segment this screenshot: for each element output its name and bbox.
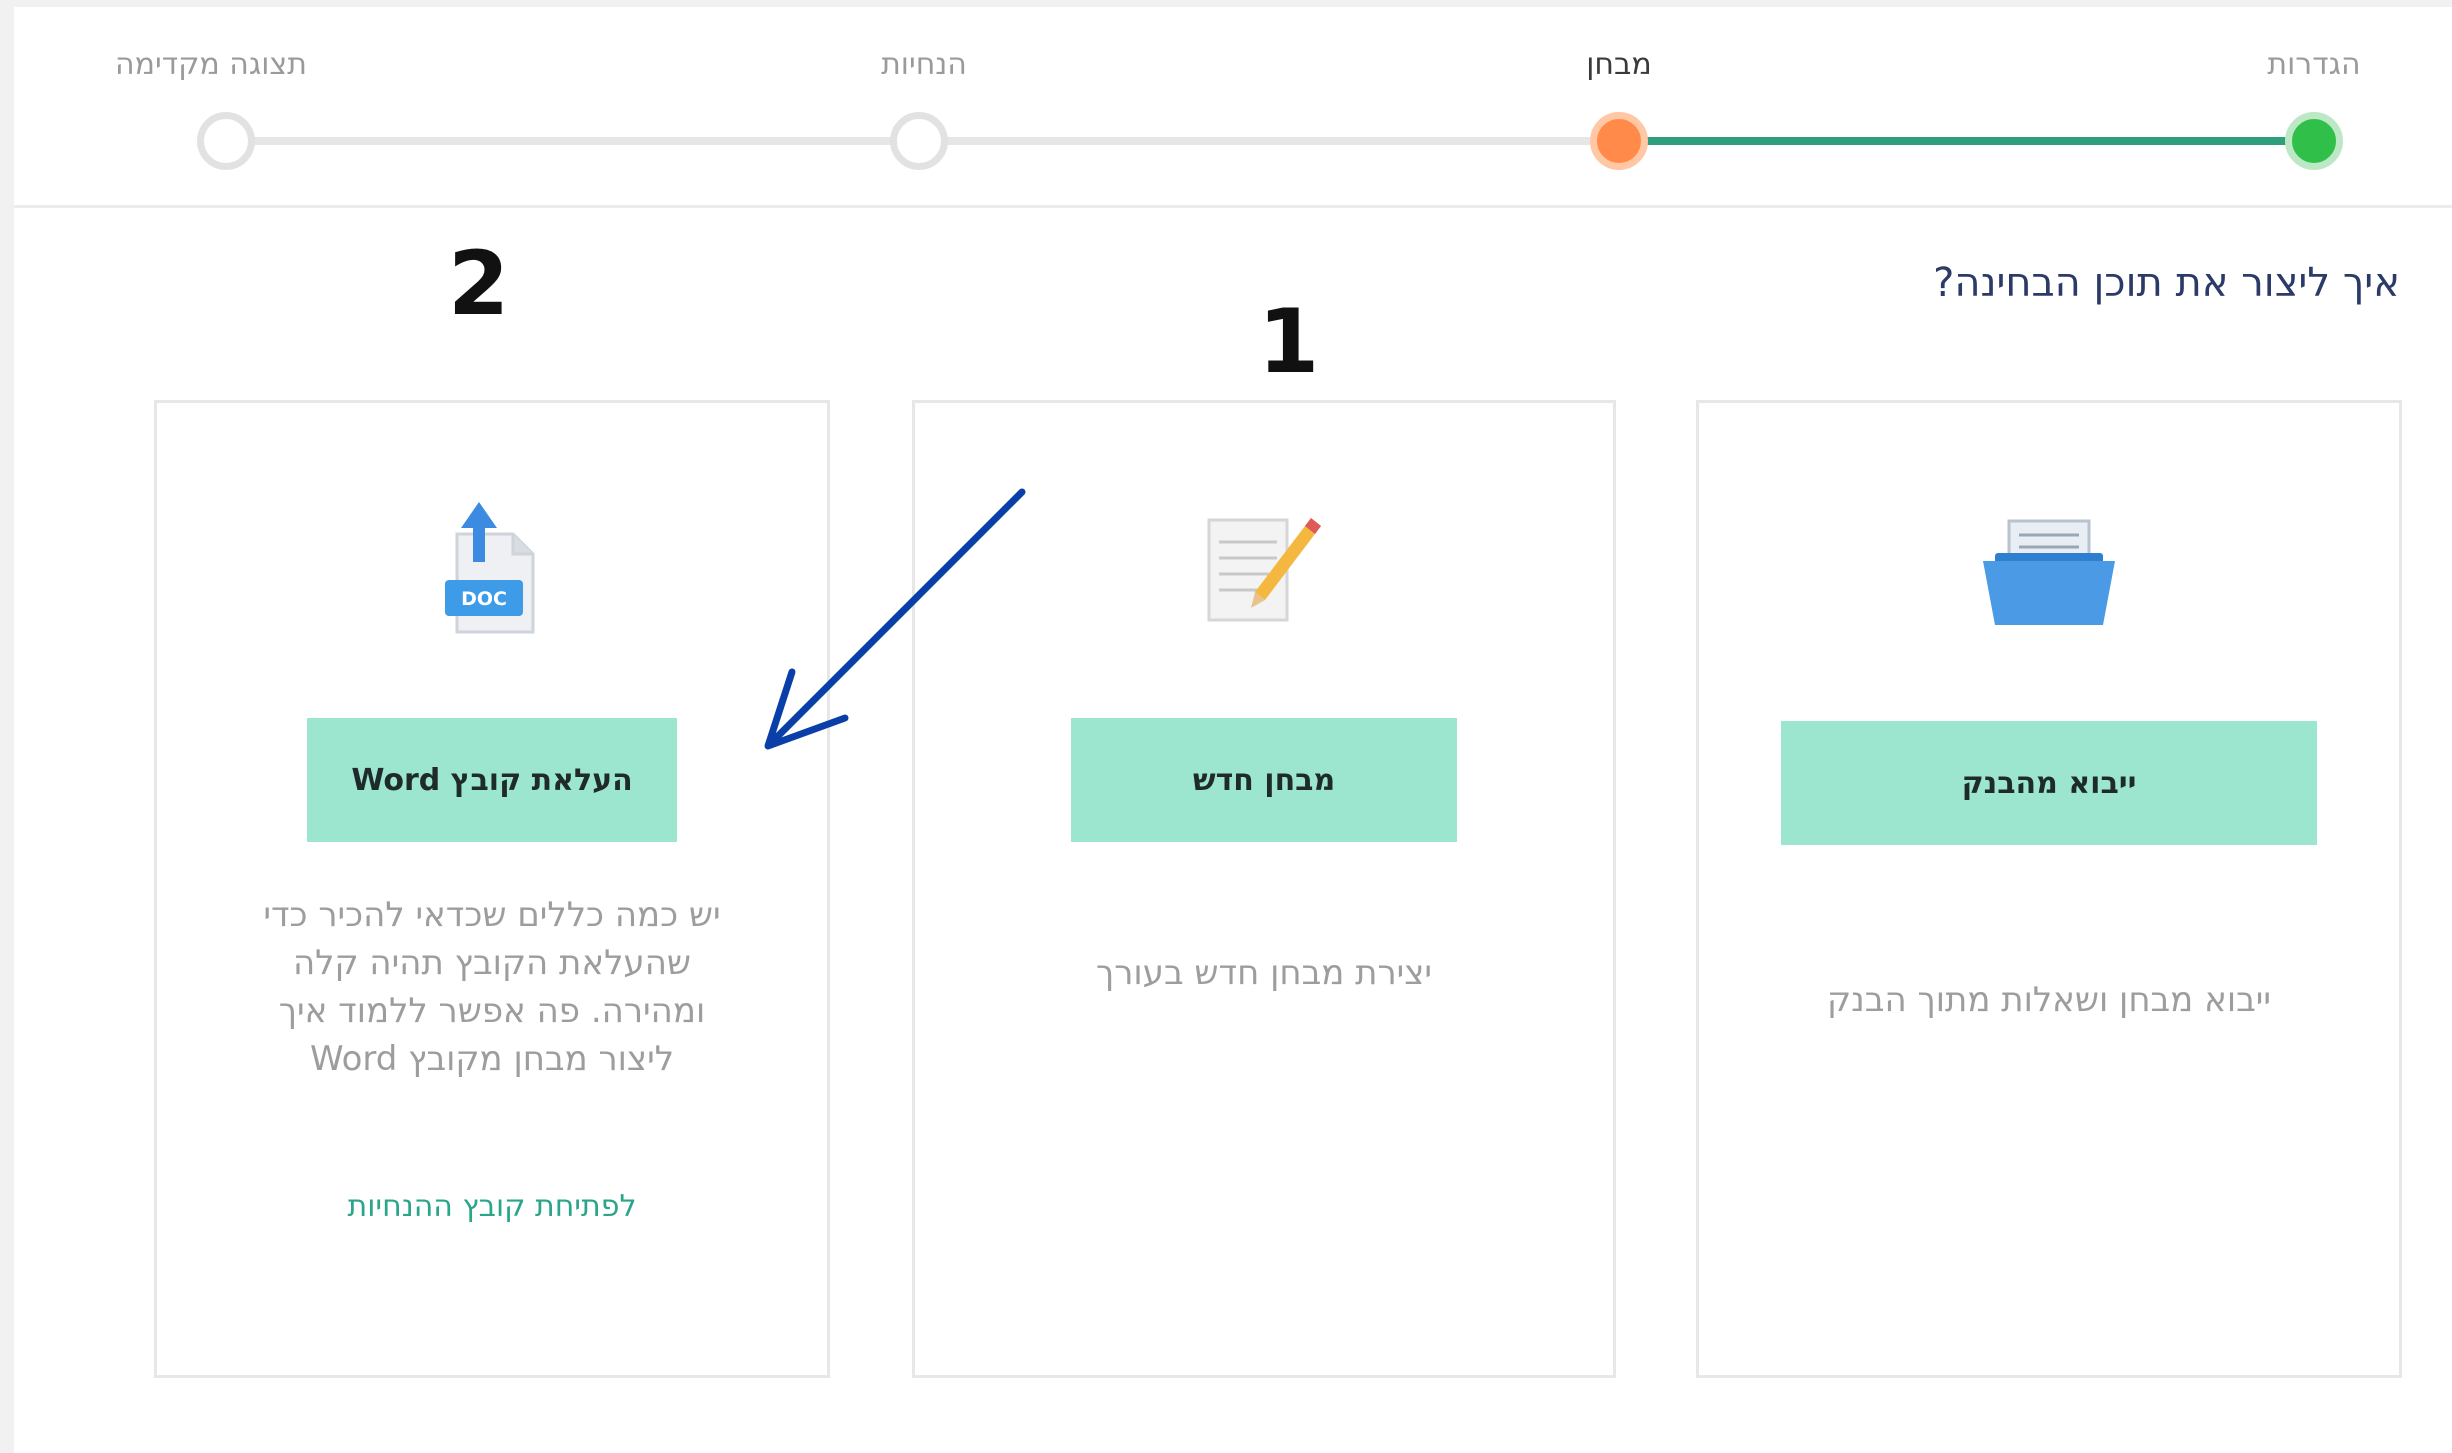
annotation-arrow: [764, 488, 1026, 750]
